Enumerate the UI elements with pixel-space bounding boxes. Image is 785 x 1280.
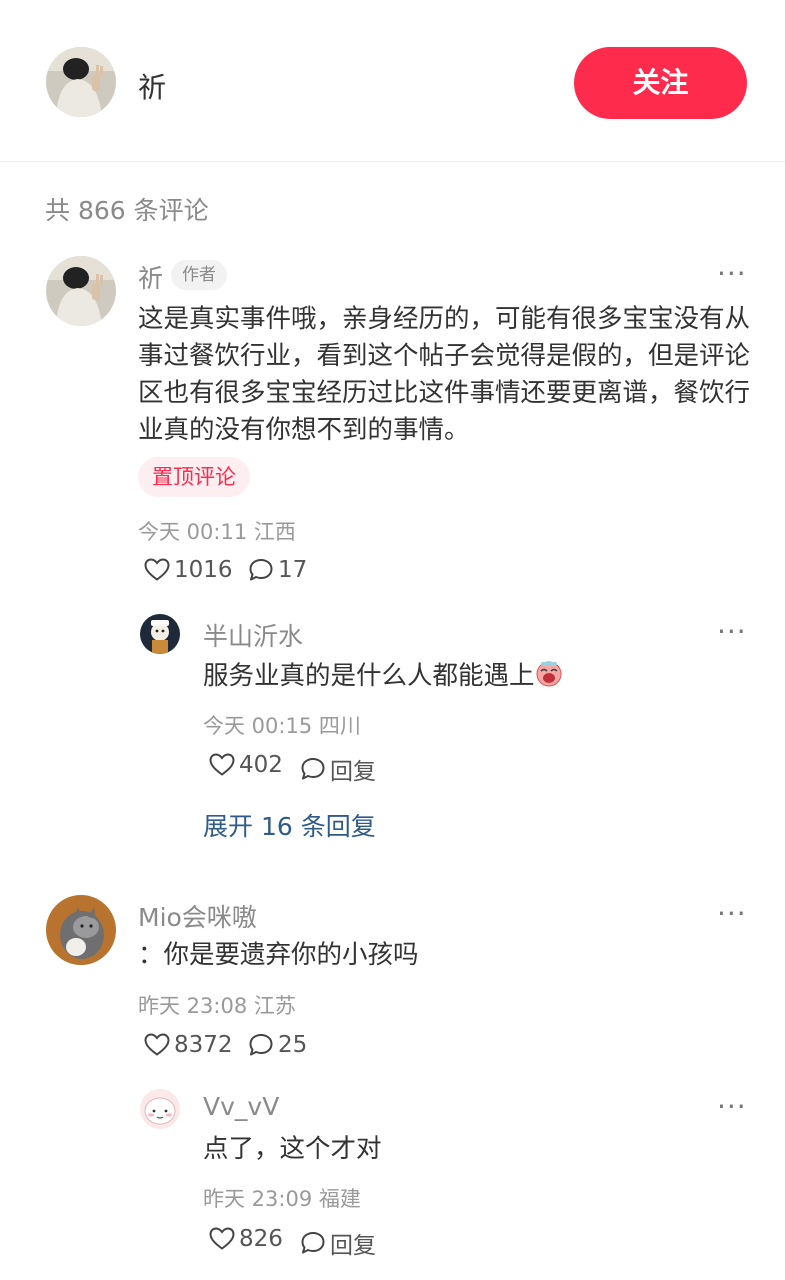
reply-count-button[interactable]: 17 — [248, 557, 307, 583]
heart-outline-icon — [144, 558, 170, 582]
more-dots-icon[interactable]: ··· — [717, 618, 747, 646]
author-avatar[interactable] — [46, 47, 116, 117]
like-button[interactable]: 826 — [209, 1226, 283, 1252]
comment-meta: 昨天 23:08 江苏 — [138, 994, 296, 1018]
reply-author-name[interactable]: Vv_vV — [203, 1092, 279, 1121]
heart-outline-icon — [209, 753, 235, 777]
reply-avatar[interactable] — [140, 614, 180, 654]
author-header: 祈 关注 — [0, 0, 785, 162]
like-count: 826 — [239, 1226, 283, 1252]
comment-text-line: 这是真实事件哦，亲身经历的，可能有很多宝宝没有从 — [138, 304, 751, 334]
comment-author-name[interactable]: Mio会咪嗷 — [138, 898, 257, 934]
comment-text-line: 业真的没有你想不到的事情。 — [138, 415, 470, 445]
reply-count: 25 — [278, 1032, 308, 1058]
comment-avatar[interactable] — [46, 256, 116, 326]
author-badge: 作者 — [171, 260, 227, 290]
like-button[interactable]: 1016 — [144, 557, 233, 583]
reply-meta: 今天 00:15 四川 — [203, 714, 361, 738]
reply-label: 回复 — [330, 1233, 376, 1259]
reply-text: 点了，这个才对 — [203, 1134, 382, 1164]
more-dots-icon[interactable]: ··· — [717, 260, 747, 288]
pinned-badge: 置顶评论 — [138, 457, 250, 497]
reply-text: 服务业真的是什么人都能遇上 — [203, 658, 563, 699]
speech-bubble-icon — [248, 558, 274, 582]
more-dots-icon[interactable]: ··· — [717, 900, 747, 928]
reply-button[interactable]: 回复 — [300, 752, 376, 786]
reply-label: 回复 — [330, 759, 376, 785]
comment-author-name[interactable]: 祈 — [138, 259, 163, 295]
author-name: 祈 — [138, 71, 167, 104]
reply-author-name[interactable]: 半山沂水 — [203, 617, 303, 653]
crying-face-emoji-icon — [535, 660, 563, 699]
comment-avatar[interactable] — [46, 895, 116, 965]
speech-bubble-icon — [248, 1033, 274, 1057]
reply-count-button[interactable]: 25 — [248, 1032, 307, 1058]
speech-bubble-icon — [300, 1231, 326, 1255]
comment-count: 共 866 条评论 — [45, 196, 209, 225]
comment-text-line: 区也有很多宝宝经历过比这件事情还要更离谱，餐饮行 — [138, 378, 751, 408]
heart-outline-icon — [209, 1227, 235, 1251]
reply-text-content: 服务业真的是什么人都能遇上 — [203, 661, 535, 691]
comment-meta: 今天 00:11 江西 — [138, 520, 296, 544]
reply-button[interactable]: 回复 — [300, 1226, 376, 1260]
comment-text-line: 事过餐饮行业，看到这个帖子会觉得是假的，但是评论 — [138, 341, 751, 371]
reply-avatar[interactable] — [140, 1089, 180, 1129]
reply-count: 17 — [278, 557, 308, 583]
expand-replies-link[interactable]: 展开 16 条回复 — [203, 807, 376, 843]
speech-bubble-icon — [300, 757, 326, 781]
follow-button[interactable]: 关注 — [574, 47, 747, 119]
like-button[interactable]: 402 — [209, 752, 283, 778]
like-button[interactable]: 8372 — [144, 1032, 233, 1058]
reply-meta: 昨天 23:09 福建 — [203, 1187, 361, 1211]
like-count: 1016 — [174, 557, 233, 583]
comment-text: ：你是要遗弃你的小孩吗 — [138, 940, 419, 970]
like-count: 8372 — [174, 1032, 233, 1058]
more-dots-icon[interactable]: ··· — [717, 1093, 747, 1121]
heart-outline-icon — [144, 1033, 170, 1057]
like-count: 402 — [239, 752, 283, 778]
